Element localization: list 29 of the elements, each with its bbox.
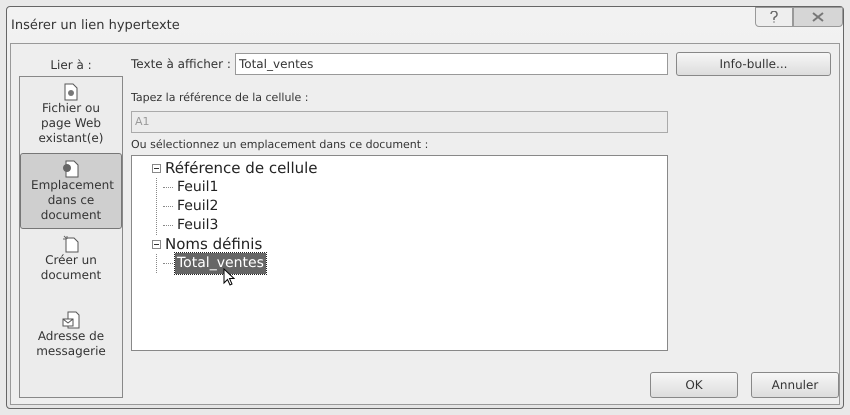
cell-reference-label: Tapez la référence de la cellule :	[131, 90, 310, 106]
window-title: Insérer un lien hypertexte	[11, 17, 180, 35]
tree-item[interactable]: Feuil1	[175, 177, 220, 198]
collapse-icon[interactable]	[152, 164, 161, 173]
link-to-label: Lier à :	[49, 57, 93, 74]
help-button[interactable]	[755, 7, 793, 27]
link-type-button[interactable]: Fichier ou page Web existant(e)	[20, 77, 122, 153]
link-type-button[interactable]: Créer un document	[20, 229, 122, 305]
display-text-field[interactable]: Total_ventes	[234, 53, 668, 75]
document-icon	[62, 160, 80, 178]
new-document-icon	[62, 235, 80, 253]
ok-button[interactable]: OK	[650, 372, 738, 398]
tree-item[interactable]: Total_ventes	[175, 253, 266, 274]
tree-item[interactable]: Feuil2	[175, 196, 220, 217]
tree-item[interactable]: Feuil3	[175, 215, 220, 236]
link-type-button[interactable]: Emplacement dans ce document	[20, 153, 122, 229]
tree-item[interactable]: Noms définis	[163, 233, 264, 256]
cancel-button[interactable]: Annuler	[751, 372, 839, 398]
mail-document-icon	[62, 311, 80, 329]
close-button[interactable]	[793, 7, 843, 27]
place-label: Ou sélectionnez un emplacement dans ce document :	[131, 136, 430, 152]
document-icon	[63, 83, 79, 101]
collapse-icon[interactable]	[152, 240, 161, 249]
help-icon	[770, 11, 778, 23]
link-type-button[interactable]: Adresse de messagerie	[20, 305, 122, 381]
tooltip-button[interactable]: Info-bulle...	[676, 52, 831, 76]
close-icon	[812, 12, 824, 22]
tree-item[interactable]: Référence de cellule	[163, 157, 320, 180]
display-text-label: Texte à afficher :	[131, 56, 231, 73]
